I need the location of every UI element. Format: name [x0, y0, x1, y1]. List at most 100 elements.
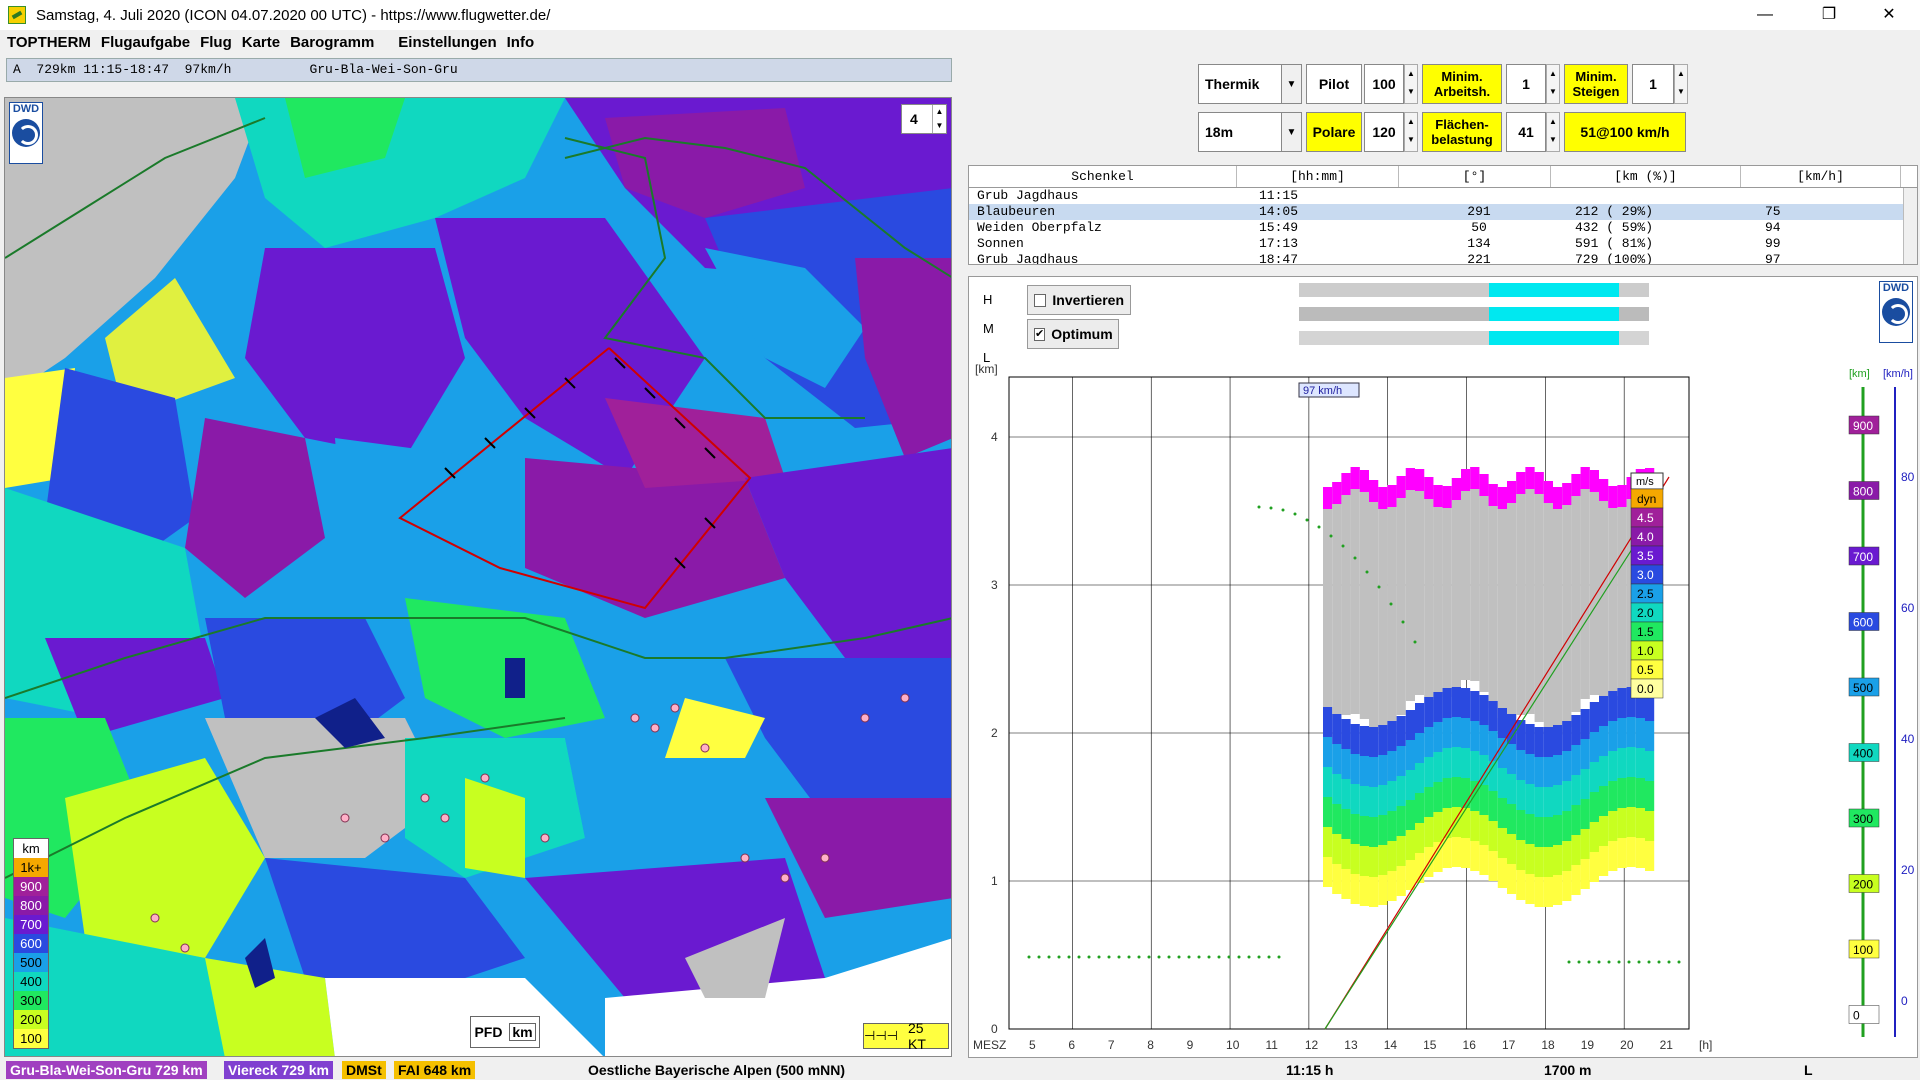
table-row[interactable]: Grub Jagdhaus 11:15	[969, 188, 1917, 204]
menu-flug[interactable]: Flug	[200, 34, 232, 51]
min-arbeit-spin-icon[interactable]: ▲ ▼	[1546, 64, 1560, 104]
thermal-top-bar	[1323, 487, 1333, 509]
thermal-top-bar	[1470, 467, 1480, 489]
thermal-cell	[1645, 781, 1655, 811]
col-bearing[interactable]: [°]	[1399, 166, 1551, 187]
title-bar: Samstag, 4. Juli 2020 (ICON 04.07.2020 0…	[0, 0, 1920, 30]
menu-karte[interactable]: Karte	[242, 34, 280, 51]
thermal-cell	[1470, 781, 1480, 811]
dotted-point	[1247, 955, 1251, 959]
thermal-cell	[1635, 838, 1645, 868]
speed-button[interactable]: 51@100 km/h	[1564, 112, 1686, 152]
zoom-spin-icon[interactable]: ▲ ▼	[932, 105, 946, 133]
menu-info[interactable]: Info	[507, 34, 535, 51]
pilot-value-field[interactable]: 100	[1364, 64, 1404, 104]
dotted-point	[1257, 955, 1261, 959]
class-select[interactable]: 18m ▼	[1198, 112, 1302, 152]
x-tick-label: 7	[1108, 1038, 1115, 1052]
thermal-cell	[1433, 692, 1443, 722]
thermal-cloud-bar	[1442, 486, 1452, 697]
flaechen-label: Flächen- belastung	[1422, 112, 1502, 152]
thermal-cell	[1525, 754, 1535, 784]
menu-einstellungen[interactable]: Einstellungen	[398, 34, 496, 51]
dotted-point	[1197, 955, 1201, 959]
thermal-cloud-bar	[1378, 487, 1388, 735]
thermal-cell	[1562, 721, 1572, 751]
polare-value-field[interactable]: 120	[1364, 112, 1404, 152]
min-steigen-value-field[interactable]: 1	[1632, 64, 1674, 104]
thermal-cell	[1608, 811, 1618, 841]
thermal-cell	[1525, 784, 1535, 814]
task-badge[interactable]: FAI 648 km	[394, 1061, 476, 1079]
cloud-strip-cyan	[1489, 283, 1619, 297]
table-header: Schenkel [hh:mm] [°] [km (%)] [km/h]	[969, 166, 1917, 188]
thermal-top-bar	[1608, 486, 1618, 508]
thermal-cell	[1387, 721, 1397, 751]
thermal-top-bar	[1341, 473, 1351, 495]
table-row[interactable]: Blaubeuren 14:05 291 212 ( 29%) 75	[969, 204, 1917, 220]
minimize-button[interactable]: —	[1742, 0, 1788, 30]
task-badge[interactable]: Gru-Bla-Wei-Son-Gru 729 km	[6, 1061, 207, 1079]
col-time[interactable]: [hh:mm]	[1237, 166, 1399, 187]
col-schenkel[interactable]: Schenkel	[969, 166, 1237, 187]
dotted-point	[1389, 602, 1393, 606]
mode-select[interactable]: Thermik ▼	[1198, 64, 1302, 104]
thermal-cell	[1645, 751, 1655, 781]
min-arbeit-value-field[interactable]: 1	[1506, 64, 1546, 104]
dotted-point	[1377, 585, 1381, 589]
flaechen-value-field[interactable]: 41	[1506, 112, 1546, 152]
table-row[interactable]: Weiden Oberpfalz 15:49 50 432 ( 59%) 94	[969, 220, 1917, 236]
thermal-chart[interactable]: 01234[km]5 6 7 8 9 10 11 12 13 14 15 16 17 18 19 20 21 [h…	[969, 277, 1917, 1057]
thermal-cloud-bar	[1341, 473, 1351, 715]
thermal-cell	[1369, 787, 1379, 817]
thermal-cell	[1534, 787, 1544, 817]
thermal-cell	[1378, 815, 1388, 845]
cell: Grub Jagdhaus	[977, 252, 1079, 265]
dotted-point	[1305, 518, 1309, 522]
thermal-cell	[1534, 847, 1544, 877]
thermal-cell	[1359, 756, 1369, 786]
close-button[interactable]: ✕	[1866, 0, 1912, 30]
thermal-cell	[1507, 834, 1517, 864]
maximize-button[interactable]: ❐	[1806, 0, 1852, 30]
menu-flugaufgabe[interactable]: Flugaufgabe	[101, 34, 190, 51]
thermal-cloud-bar	[1396, 476, 1406, 715]
map-canvas[interactable]	[5, 98, 952, 1057]
table-row[interactable]: Sonnen 17:13 134 591 ( 81%) 99	[969, 236, 1917, 252]
thermal-cloud-bar	[1433, 485, 1443, 700]
thermal-map[interactable]: DWD 4 ▲ ▼ PFD km ⊣⊣⊣ 25 KT	[4, 97, 952, 1057]
thermal-cell	[1387, 781, 1397, 811]
polare-spin-icon[interactable]: ▲ ▼	[1404, 112, 1418, 152]
col-distance[interactable]: [km (%)]	[1551, 166, 1741, 187]
task-badge[interactable]: Viereck 729 km	[224, 1061, 333, 1079]
menu-barogramm[interactable]: Barogramm	[290, 34, 374, 51]
thermal-cell	[1507, 864, 1517, 894]
table-scrollbar[interactable]	[1903, 188, 1917, 264]
dotted-point	[1177, 955, 1181, 959]
zoom-stepper[interactable]: 4 ▲ ▼	[901, 104, 947, 134]
thermal-cell	[1553, 845, 1563, 875]
cell: Weiden Oberpfalz	[977, 220, 1102, 235]
table-row[interactable]: Grub Jagdhaus 18:47 221 729 (100%) 97	[969, 252, 1917, 265]
dotted-point	[1667, 960, 1671, 964]
thermal-cell	[1635, 778, 1645, 808]
thermal-cell	[1405, 800, 1415, 830]
thermal-cell	[1479, 815, 1489, 845]
thermal-cell	[1534, 817, 1544, 847]
flaechen-spin-icon[interactable]: ▲ ▼	[1546, 112, 1560, 152]
thermal-cell	[1553, 875, 1563, 905]
col-speed[interactable]: [km/h]	[1741, 166, 1901, 187]
thermal-cell	[1369, 877, 1379, 907]
min-steigen-spin-icon[interactable]: ▲ ▼	[1674, 64, 1688, 104]
thermal-cell	[1323, 827, 1333, 857]
thermal-cell	[1626, 717, 1636, 747]
thermal-cell	[1635, 808, 1645, 838]
thermal-cell	[1608, 841, 1618, 871]
x-tick-label: 11	[1265, 1038, 1278, 1052]
pilot-spin-icon[interactable]: ▲ ▼	[1404, 64, 1418, 104]
task-badge[interactable]: DMSt	[342, 1061, 386, 1079]
thermal-cell	[1470, 811, 1480, 841]
ms-legend-label: 4.5	[1637, 511, 1654, 525]
pfd-button[interactable]: PFD km	[470, 1016, 540, 1048]
thermal-top-bar	[1562, 483, 1572, 505]
